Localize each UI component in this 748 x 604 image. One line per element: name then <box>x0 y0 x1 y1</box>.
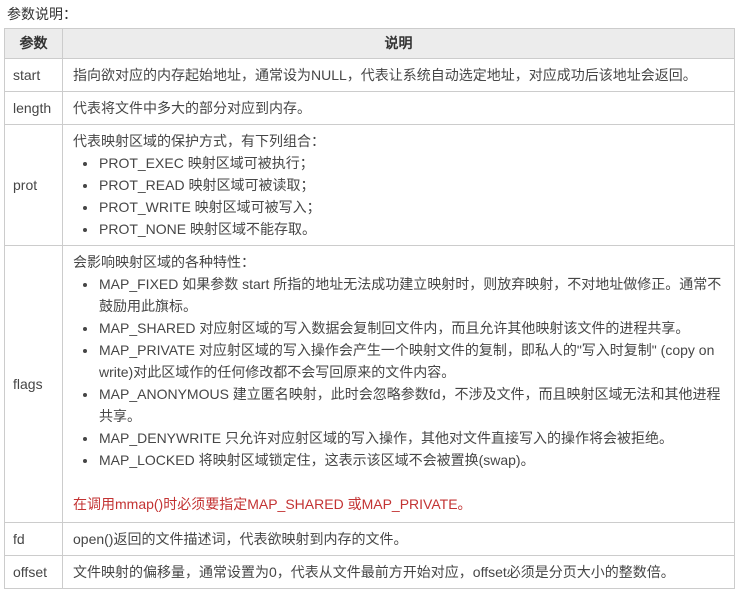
list-item: PROT_WRITE 映射区域可被写入； <box>98 196 724 218</box>
desc-text: 文件映射的偏移量，通常设置为0，代表从文件最前方开始对应，offset必须是分页… <box>73 564 675 580</box>
param-cell-start: start <box>4 58 63 92</box>
param-cell-offset: offset <box>4 555 63 589</box>
section-title: 参数说明： <box>7 6 77 22</box>
table-header-row: 参数 说明 <box>4 28 735 59</box>
table-row-prot: prot 代表映射区域的保护方式，有下列组合： PROT_EXEC 映射区域可被… <box>4 124 735 246</box>
desc-cell-offset: 文件映射的偏移量，通常设置为0，代表从文件最前方开始对应，offset必须是分页… <box>62 555 735 589</box>
flags-options-list: MAP_FIXED 如果参数 start 所指的地址无法成功建立映射时，则放弃映… <box>73 273 724 471</box>
table-row-fd: fd open()返回的文件描述词，代表欲映射到内存的文件。 <box>4 522 735 556</box>
table-row-length: length 代表将文件中多大的部分对应到内存。 <box>4 91 735 125</box>
list-item: MAP_SHARED 对应射区域的写入数据会复制回文件内，而且允许其他映射该文件… <box>98 317 724 339</box>
red-note: 在调用mmap()时必须要指定MAP_SHARED 或MAP_PRIVATE。 <box>73 496 472 512</box>
desc-cell-length: 代表将文件中多大的部分对应到内存。 <box>62 91 735 125</box>
header-cell-param: 参数 <box>4 28 63 59</box>
list-item: PROT_NONE 映射区域不能存取。 <box>98 218 724 240</box>
table-row-start: start 指向欲对应的内存起始地址，通常设为NULL，代表让系统自动选定地址，… <box>4 58 735 92</box>
param-cell-length: length <box>4 91 63 125</box>
param-cell-flags: flags <box>4 245 63 523</box>
prot-options-list: PROT_EXEC 映射区域可被执行； PROT_READ 映射区域可被读取； … <box>73 152 724 240</box>
list-item: MAP_ANONYMOUS 建立匿名映射，此时会忽略参数fd，不涉及文件，而且映… <box>98 383 724 427</box>
desc-text: 指向欲对应的内存起始地址，通常设为NULL，代表让系统自动选定地址，对应成功后该… <box>73 67 697 83</box>
list-item: MAP_PRIVATE 对应射区域的写入操作会产生一个映射文件的复制，即私人的"… <box>98 339 724 383</box>
list-item: PROT_READ 映射区域可被读取； <box>98 174 724 196</box>
desc-cell-fd: open()返回的文件描述词，代表欲映射到内存的文件。 <box>62 522 735 556</box>
desc-text: 代表将文件中多大的部分对应到内存。 <box>73 100 311 116</box>
table-row-offset: offset 文件映射的偏移量，通常设置为0，代表从文件最前方开始对应，offs… <box>4 555 735 589</box>
desc-intro: 会影响映射区域的各种特性： <box>73 254 255 270</box>
desc-cell-start: 指向欲对应的内存起始地址，通常设为NULL，代表让系统自动选定地址，对应成功后该… <box>62 58 735 92</box>
param-cell-prot: prot <box>4 124 63 246</box>
parameters-table: 参数 说明 start 指向欲对应的内存起始地址，通常设为NULL，代表让系统自… <box>4 28 735 589</box>
list-item: MAP_LOCKED 将映射区域锁定住，这表示该区域不会被置换(swap)。 <box>98 449 724 471</box>
desc-cell-prot: 代表映射区域的保护方式，有下列组合： PROT_EXEC 映射区域可被执行； P… <box>62 124 735 246</box>
list-item: MAP_DENYWRITE 只允许对应射区域的写入操作，其他对文件直接写入的操作… <box>98 427 724 449</box>
desc-text: open()返回的文件描述词，代表欲映射到内存的文件。 <box>73 531 408 547</box>
list-item: MAP_FIXED 如果参数 start 所指的地址无法成功建立映射时，则放弃映… <box>98 273 724 317</box>
document-page: 参数说明： 参数 说明 start 指向欲对应的内存起始地址，通常设为NULL，… <box>0 7 748 589</box>
list-item: PROT_EXEC 映射区域可被执行； <box>98 152 724 174</box>
param-cell-fd: fd <box>4 522 63 556</box>
table-row-flags: flags 会影响映射区域的各种特性： MAP_FIXED 如果参数 start… <box>4 245 735 523</box>
desc-cell-flags: 会影响映射区域的各种特性： MAP_FIXED 如果参数 start 所指的地址… <box>62 245 735 523</box>
header-cell-desc: 说明 <box>62 28 735 59</box>
desc-intro: 代表映射区域的保护方式，有下列组合： <box>73 133 325 149</box>
